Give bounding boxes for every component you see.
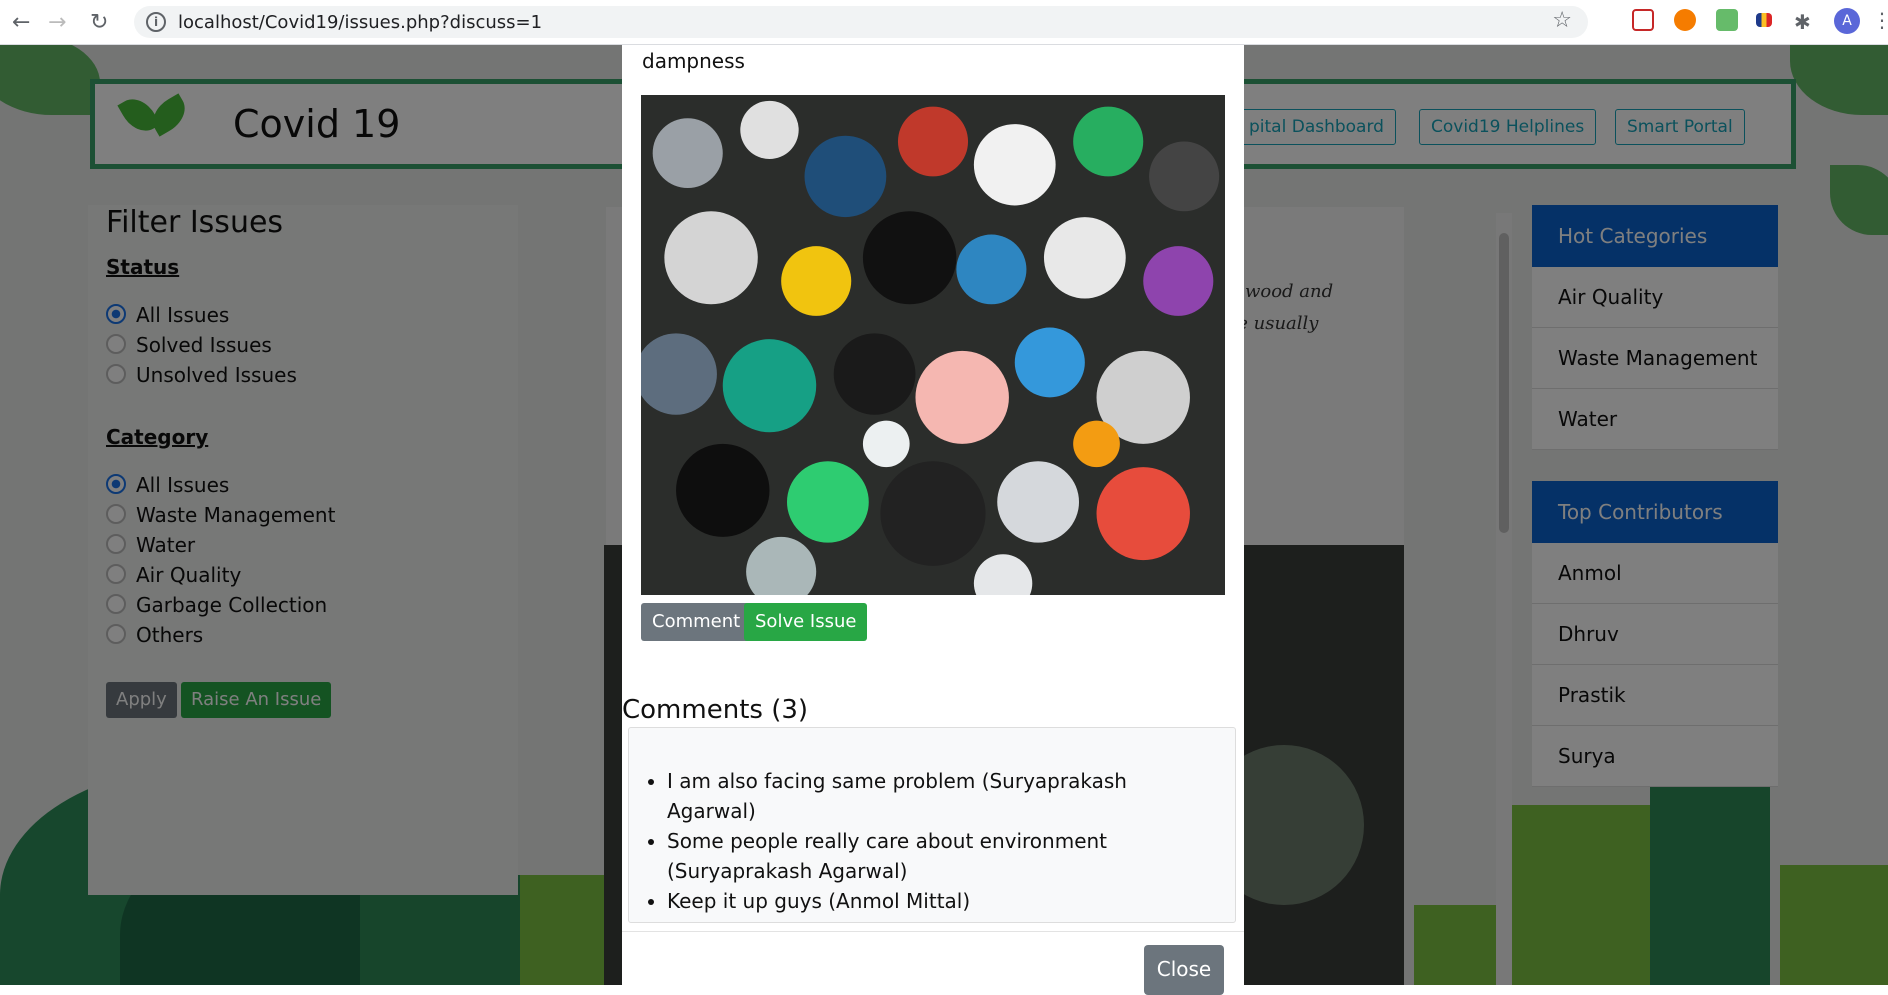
puzzle-icon[interactable]: ✱: [1794, 10, 1811, 34]
comments-title: Comments (3): [622, 695, 809, 725]
reload-icon[interactable]: ↻: [90, 10, 108, 35]
extension-orange-icon[interactable]: [1674, 9, 1696, 31]
comment-item: Some people really care about environmen…: [667, 826, 1207, 886]
extension-flag-icon[interactable]: [1756, 13, 1772, 27]
garbage-photo: [641, 95, 1225, 595]
avatar[interactable]: A: [1834, 8, 1860, 34]
comment-button[interactable]: Comment: [641, 603, 752, 641]
close-button[interactable]: Close: [1144, 945, 1224, 995]
info-icon[interactable]: i: [146, 12, 166, 32]
back-icon[interactable]: ←: [12, 10, 30, 35]
solve-issue-button[interactable]: Solve Issue: [744, 603, 868, 641]
modal-footer-divider: [622, 931, 1244, 932]
extension-green-icon[interactable]: [1716, 9, 1738, 31]
issue-text-end: dampness: [642, 49, 745, 73]
forward-icon[interactable]: →: [48, 10, 66, 35]
extension-pocket-icon[interactable]: [1632, 9, 1654, 31]
bookmark-star-icon[interactable]: ☆: [1552, 8, 1572, 33]
issue-modal: dampness Comment Solve Issue Comments (3…: [622, 45, 1244, 995]
comment-item: Keep it up guys (Anmol Mittal): [667, 886, 1207, 916]
comments-box: I am also facing same problem (Suryaprak…: [628, 727, 1236, 923]
url-text: localhost/Covid19/issues.php?discuss=1: [178, 12, 543, 33]
menu-icon[interactable]: ⋮: [1872, 8, 1888, 32]
comment-item: I am also facing same problem (Suryaprak…: [667, 766, 1207, 826]
address-bar[interactable]: i localhost/Covid19/issues.php?discuss=1…: [134, 6, 1588, 38]
comment-list: I am also facing same problem (Suryaprak…: [629, 766, 1235, 916]
browser-toolbar: ← → ↻ i localhost/Covid19/issues.php?dis…: [0, 0, 1888, 45]
